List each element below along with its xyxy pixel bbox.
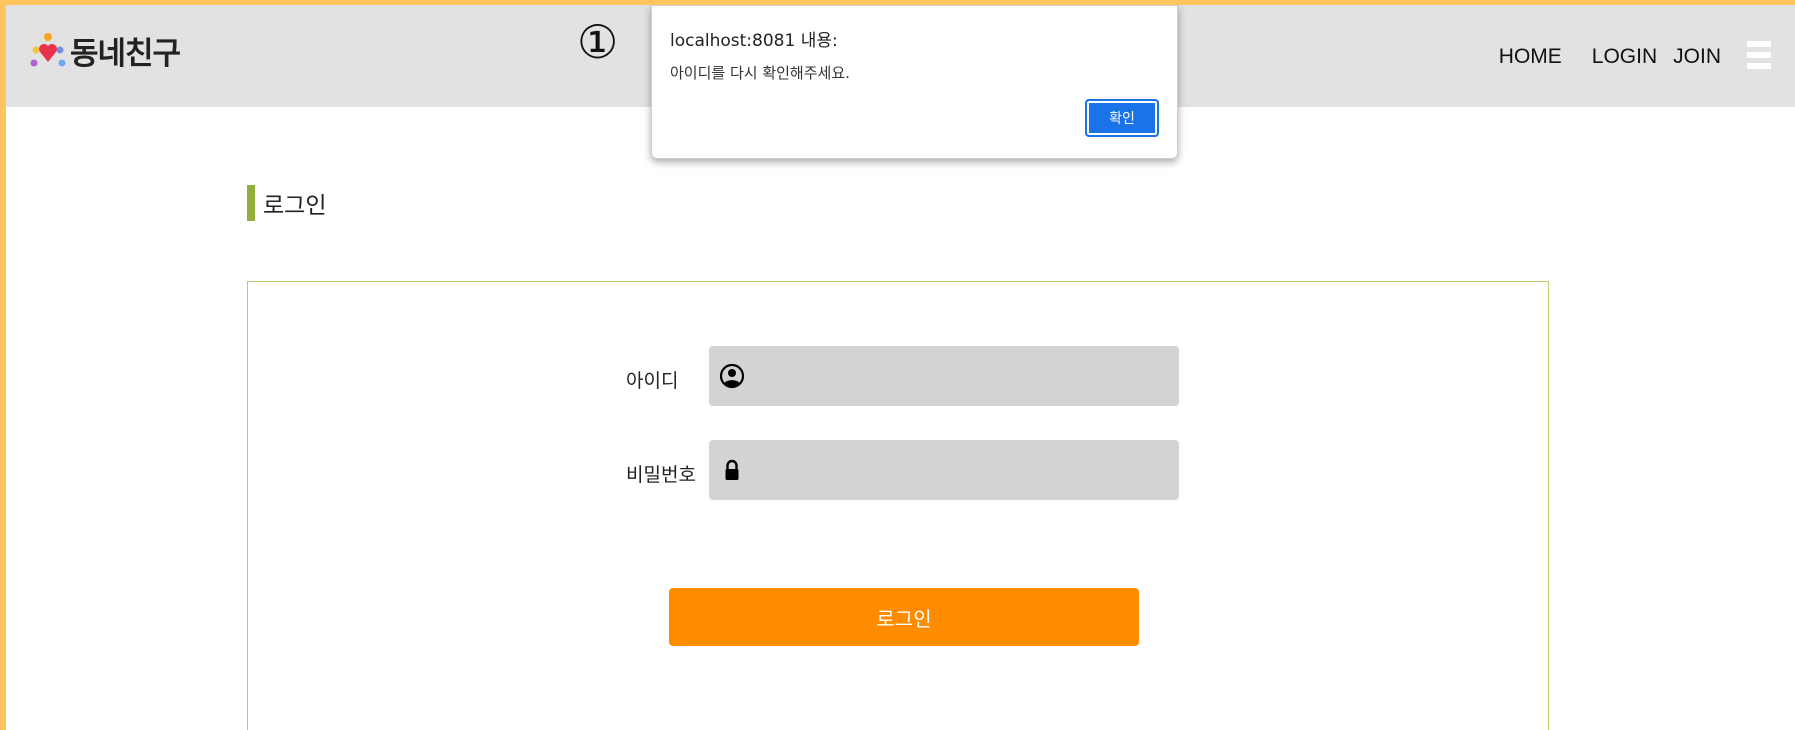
id-input[interactable] — [745, 346, 1179, 406]
nav-home-link[interactable]: HOME — [1499, 45, 1562, 69]
title-accent-bar — [247, 185, 255, 221]
page: 동네친구 ① HOME LOGIN JOIN 로그인 아이디 비밀번호 로그인 … — [6, 5, 1795, 730]
password-input[interactable] — [745, 440, 1179, 500]
hamburger-line — [1747, 41, 1771, 47]
alert-dialog-title: localhost:8081 내용: — [670, 31, 838, 51]
logo-text: 동네친구 — [70, 35, 181, 72]
lock-icon — [725, 459, 739, 480]
nav-login-link[interactable]: LOGIN — [1592, 45, 1657, 69]
id-field[interactable] — [709, 346, 1179, 406]
people-heart-logo-icon — [30, 33, 66, 67]
page-title: 로그인 — [247, 185, 326, 221]
login-form-box: 아이디 비밀번호 로그인 — [247, 281, 1549, 730]
alert-dialog-message: 아이디를 다시 확인해주세요. — [670, 64, 850, 82]
id-label: 아이디 — [626, 370, 679, 392]
login-submit-button[interactable]: 로그인 — [669, 588, 1139, 646]
hamburger-menu-icon[interactable] — [1747, 41, 1771, 69]
main-nav: HOME LOGIN JOIN — [1499, 45, 1721, 69]
page-title-text: 로그인 — [263, 193, 327, 219]
password-label: 비밀번호 — [626, 464, 696, 486]
alert-ok-button[interactable]: 확인 — [1085, 99, 1159, 137]
user-circle-icon — [719, 363, 745, 389]
alert-dialog: localhost:8081 내용: 아이디를 다시 확인해주세요. 확인 — [651, 5, 1178, 159]
hamburger-line — [1747, 63, 1771, 69]
password-field[interactable] — [709, 440, 1179, 500]
site-logo[interactable]: 동네친구 — [28, 29, 181, 72]
step-number-marker: ① — [577, 15, 619, 69]
hamburger-line — [1747, 52, 1771, 58]
nav-join-link[interactable]: JOIN — [1673, 45, 1721, 69]
